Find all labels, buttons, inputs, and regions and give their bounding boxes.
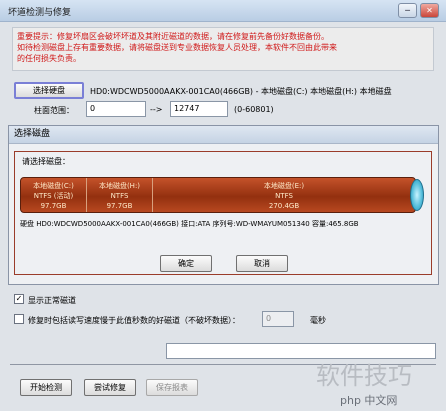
partition-fs: NTFS	[110, 192, 129, 200]
select-disk-button[interactable]: 选择硬盘	[14, 82, 84, 99]
partition-e[interactable]: 本地磁盘(E:) NTFS 270.4GB	[153, 178, 415, 212]
selected-disk-value: HD0:WDCWD5000AAKX-001CA0(466GB) - 本地磁盘(C…	[90, 87, 392, 96]
show-normal-checkbox[interactable]: ✓	[14, 294, 24, 304]
try-repair-button[interactable]: 尝试修复	[84, 379, 136, 396]
watermark-site: php 中文网	[340, 394, 398, 407]
warning-line-1: 重要提示：修复坏扇区会破坏坏道及其附近磁道的数据，请在修复前先备份好数据备份。	[17, 32, 329, 41]
disk-panel-label: 请选择磁盘：	[22, 157, 70, 166]
cylinder-range-limit: (0-60801)	[234, 105, 274, 114]
disk-bar[interactable]: 本地磁盘(C:) NTFS (活动) 97.7GB 本地磁盘(H:) NTFS …	[20, 177, 416, 213]
warning-notice: 重要提示：修复坏扇区会破坏坏道及其附近磁道的数据，请在修复前先备份好数据备份。 …	[12, 27, 434, 71]
partition-name: 本地磁盘(C:)	[33, 182, 74, 190]
partition-c[interactable]: 本地磁盘(C:) NTFS (活动) 97.7GB	[21, 178, 87, 212]
warning-line-2: 如待检测磁盘上存有重要数据，请将磁盘送到专业数据恢复人员处理，本软件不回由此带来	[17, 43, 337, 52]
partition-size: 270.4GB	[268, 202, 300, 210]
partition-size: 97.7GB	[40, 202, 67, 210]
partition-fs: NTFS	[275, 192, 293, 200]
partition-h[interactable]: 本地磁盘(H:) NTFS 97.7GB	[87, 178, 153, 212]
minimize-button[interactable]: ─	[398, 3, 417, 18]
dialog-title: 选择磁盘	[9, 126, 438, 144]
repair-slow-checkbox[interactable]	[14, 314, 24, 324]
title-bar: 坏道检测与修复 ─ ✕	[0, 0, 446, 22]
show-normal-label: 显示正常磁道	[28, 296, 76, 305]
warning-line-3: 的任何损失负责。	[17, 54, 81, 63]
partition-size: 97.7GB	[106, 202, 133, 210]
disk-panel	[14, 151, 432, 275]
ok-button[interactable]: 确定	[160, 255, 212, 272]
window-title: 坏道检测与修复	[8, 8, 72, 18]
watermark-text: 软件技巧	[316, 362, 412, 390]
disk-info: 硬盘 HD0:WDCWD5000AAKX-001CA0(466GB) 接口:AT…	[20, 220, 359, 228]
repair-slow-label: 修复时包括读写速度慢于此值秒数的好磁道（不破坏数据）：	[28, 316, 240, 325]
partition-fs: NTFS (活动)	[33, 192, 74, 200]
close-button[interactable]: ✕	[420, 3, 439, 18]
save-report-button[interactable]: 保存报表	[146, 379, 198, 396]
partition-name: 本地磁盘(H:)	[98, 182, 141, 190]
repair-threshold-input[interactable]: 0	[262, 311, 294, 327]
cancel-button[interactable]: 取消	[236, 255, 288, 272]
disk-bar-end-cap	[410, 179, 424, 211]
cylinder-range-label: 柱面范围：	[34, 106, 74, 115]
repair-unit-label: 毫秒	[310, 316, 326, 325]
partition-name: 本地磁盘(E:)	[263, 182, 305, 190]
cylinder-from-input[interactable]: 0	[86, 101, 146, 117]
cylinder-arrow: -->	[150, 105, 163, 114]
cylinder-to-input[interactable]: 12747	[170, 101, 228, 117]
start-detect-button[interactable]: 开始检测	[20, 379, 72, 396]
